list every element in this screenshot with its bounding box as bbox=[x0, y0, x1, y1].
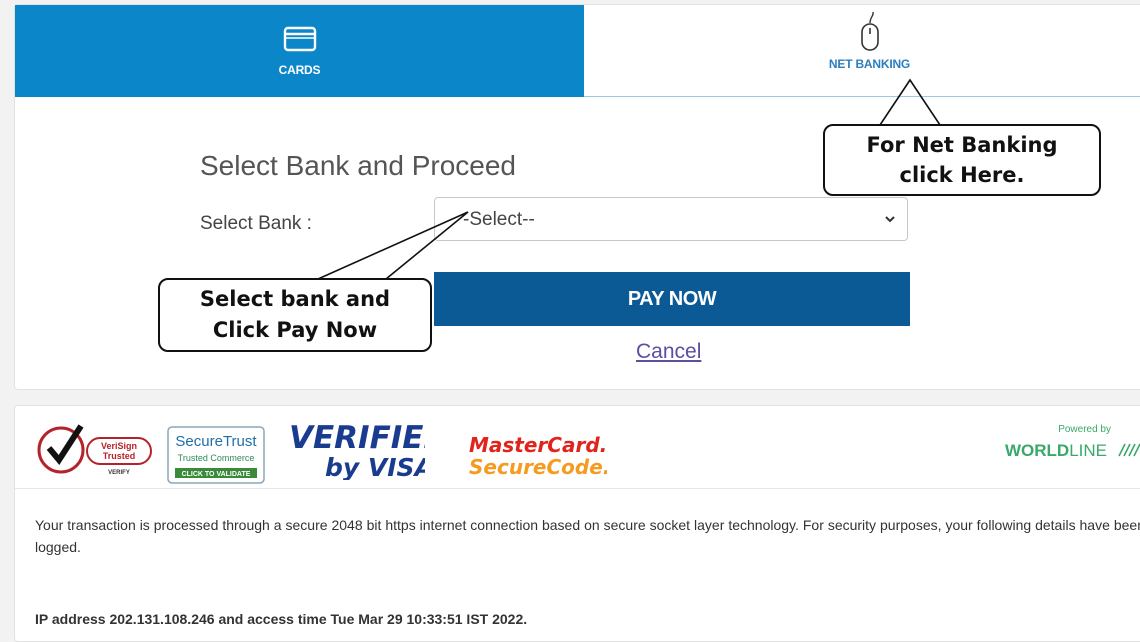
select-bank-label: Select Bank : bbox=[200, 213, 312, 234]
worldline-logo: Powered by WORLDLINE bbox=[1005, 418, 1140, 466]
tab-cards[interactable]: CARDS bbox=[15, 5, 584, 97]
bank-select-value: -Select-- bbox=[463, 209, 535, 230]
tab-cards-label: CARDS bbox=[278, 63, 321, 77]
worldline-light: LINE bbox=[1069, 441, 1107, 460]
net-banking-callout-line1: For Net Banking bbox=[866, 133, 1058, 157]
securetrust-sub: Trusted Commerce bbox=[178, 453, 255, 463]
cancel-link[interactable]: Cancel bbox=[636, 340, 701, 364]
security-notice: Your transaction is processed through a … bbox=[35, 517, 1140, 555]
verisign-line1: VeriSign bbox=[101, 441, 137, 451]
mastercard-line1: MasterCard. bbox=[469, 433, 607, 457]
verified-by-visa-logo[interactable]: VERIFIED by VISA bbox=[285, 416, 449, 482]
verisign-logo[interactable]: VeriSign Trusted VERIFY bbox=[33, 418, 155, 478]
securetrust-logo[interactable]: SecureTrust Trusted Commerce CLICK TO VA… bbox=[167, 426, 265, 484]
visa-line1: VERIFIED bbox=[289, 420, 425, 456]
securetrust-cta: CLICK TO VALIDATE bbox=[182, 471, 251, 478]
net-banking-callout: For Net Banking click Here. bbox=[823, 124, 1101, 196]
net-banking-callout-line2: click Here. bbox=[899, 163, 1025, 187]
powered-by-label: Powered by bbox=[1058, 424, 1111, 435]
pay-now-button[interactable]: PAY NOW bbox=[434, 272, 910, 326]
worldline-mark bbox=[1118, 443, 1140, 457]
tab-net-banking[interactable]: NET BANKING bbox=[584, 5, 1140, 97]
select-bank-callout-line2: Click Pay Now bbox=[212, 318, 378, 342]
verisign-foot: VERIFY bbox=[108, 470, 130, 476]
mastercard-securecode-logo[interactable]: MasterCard. SecureCode. bbox=[467, 428, 610, 484]
tab-net-banking-label: NET BANKING bbox=[828, 57, 911, 71]
securetrust-title: SecureTrust bbox=[175, 433, 257, 450]
visa-line2: by VISA bbox=[325, 453, 425, 480]
security-panel: VeriSign Trusted VERIFY SecureTrust Trus… bbox=[14, 405, 1140, 642]
security-logos-row: VeriSign Trusted VERIFY SecureTrust Trus… bbox=[15, 406, 1140, 489]
select-bank-callout-line1: Select bank and bbox=[199, 287, 391, 311]
svg-text:WORLDLINE: WORLDLINE bbox=[1005, 441, 1107, 460]
page-title: Select Bank and Proceed bbox=[200, 150, 516, 181]
bank-select[interactable]: -Select-- bbox=[434, 197, 908, 241]
ip-address-line: IP address 202.131.108.246 and access ti… bbox=[35, 611, 528, 627]
chevron-down-icon bbox=[883, 212, 897, 231]
card-icon bbox=[283, 23, 317, 55]
verisign-line2: Trusted bbox=[103, 451, 136, 461]
mouse-icon bbox=[859, 11, 881, 55]
worldline-bold: WORLD bbox=[1005, 441, 1069, 460]
mastercard-line2: SecureCode. bbox=[469, 455, 607, 479]
select-bank-callout: Select bank and Click Pay Now bbox=[158, 278, 432, 352]
